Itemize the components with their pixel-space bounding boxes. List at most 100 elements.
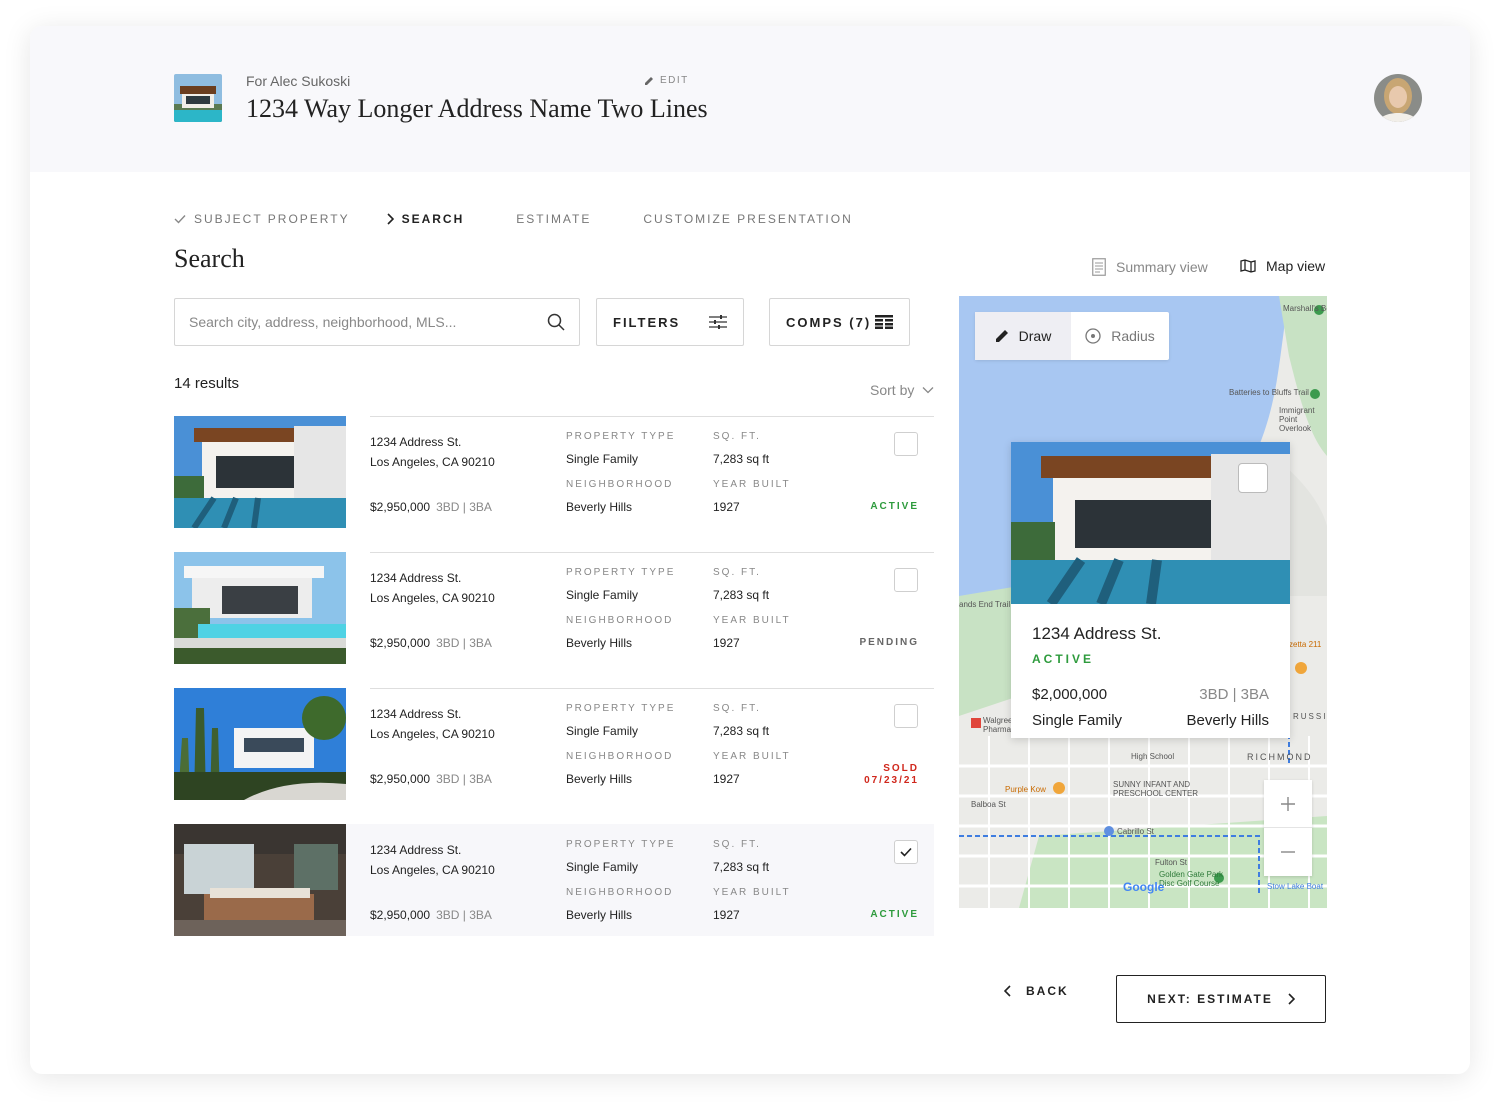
comps-label: COMPS (7) [786, 314, 872, 330]
neighborhood-label: NEIGHBORHOOD [566, 479, 674, 490]
next-label: NEXT: ESTIMATE [1147, 992, 1273, 1006]
map-view-label: Map view [1266, 258, 1326, 274]
divider [370, 552, 934, 553]
listing-address: 1234 Address St. Los Angeles, CA 90210 [370, 840, 495, 880]
step-label: ESTIMATE [516, 212, 592, 226]
year-built-label: YEAR BUILT [713, 751, 791, 762]
step-estimate[interactable]: ESTIMATE [516, 212, 591, 226]
chevron-left-icon [1004, 985, 1011, 997]
list-item[interactable]: 1234 Address St. Los Angeles, CA 90210 $… [174, 416, 934, 528]
zoom-in-button[interactable] [1264, 780, 1312, 828]
listing-photo[interactable] [174, 824, 346, 936]
sq-ft-label: SQ. FT. [713, 567, 761, 578]
comp-checkbox[interactable] [894, 568, 918, 592]
property-type: Single Family [566, 860, 639, 874]
price: $2,950,000 [370, 772, 431, 786]
city: Los Angeles, CA 90210 [370, 727, 495, 741]
sq-ft: 7,283 sq ft [713, 860, 770, 874]
status-text: ACTIVE [870, 501, 919, 512]
map-listing-popup[interactable]: 1234 Address St. ACTIVE $2,000,000 3BD |… [1011, 442, 1290, 738]
neighborhood-label: NEIGHBORHOOD [566, 887, 674, 898]
popup-checkbox[interactable] [1238, 463, 1268, 493]
back-button[interactable]: BACK [1004, 984, 1069, 998]
summary-view-toggle[interactable]: Summary view [1092, 258, 1208, 276]
section-title: Search [174, 244, 245, 273]
listing-photo[interactable] [174, 416, 346, 528]
pencil-icon [645, 76, 653, 85]
sq-ft: 7,283 sq ft [713, 588, 770, 602]
street: 1234 Address St. [370, 843, 462, 857]
property-type-label: PROPERTY TYPE [566, 839, 676, 850]
beds-baths: 3BD | 3BA [436, 636, 492, 650]
results-count: 14 results [174, 375, 240, 392]
step-search[interactable]: SEARCH [386, 212, 465, 226]
next-estimate-button[interactable]: NEXT: ESTIMATE [1116, 975, 1326, 1023]
property-address-title: 1234 Way Longer Address Name Two Lines [246, 94, 708, 123]
listing-address: 1234 Address St. Los Angeles, CA 90210 [370, 704, 495, 744]
popup-price: $2,000,000 [1032, 686, 1108, 703]
street: 1234 Address St. [370, 435, 462, 449]
map-label: Stow Lake Boat [1267, 882, 1324, 891]
street: 1234 Address St. [370, 707, 462, 721]
sort-label: Sort by [870, 382, 915, 398]
filters-button[interactable]: FILTERS [596, 298, 744, 346]
search-icon [547, 313, 565, 331]
search-box[interactable] [174, 298, 580, 346]
year-built: 1927 [713, 500, 740, 514]
summary-view-label: Summary view [1116, 259, 1208, 275]
map-label: High School [1131, 752, 1175, 761]
zoom-out-button[interactable] [1264, 828, 1312, 876]
sort-dropdown[interactable]: Sort by [870, 382, 934, 398]
popup-neighborhood: Beverly Hills [1186, 712, 1269, 729]
progress-steps: SUBJECT PROPERTY SEARCH ESTIMATE CUSTOMI… [174, 212, 889, 226]
user-avatar[interactable] [1374, 74, 1422, 122]
list-item[interactable]: 1234 Address St. Los Angeles, CA 90210 $… [174, 688, 934, 800]
listing-price: $2,950,000 3BD | 3BA [370, 772, 492, 786]
map-icon [1240, 259, 1256, 273]
list-grid-icon [875, 315, 893, 329]
map-panel[interactable]: Marshall's Beach Batteries to Bluffs Tra… [959, 296, 1327, 908]
status-badge: PENDING [859, 637, 919, 649]
price: $2,950,000 [370, 908, 431, 922]
beds-baths: 3BD | 3BA [436, 772, 492, 786]
neighborhood: Beverly Hills [566, 500, 633, 514]
map-label: Purple Kow [1005, 785, 1046, 794]
zoom-controls [1264, 780, 1312, 876]
search-input[interactable] [189, 314, 547, 330]
list-item[interactable]: 1234 Address St. Los Angeles, CA 90210 $… [174, 824, 934, 936]
neighborhood: Beverly Hills [566, 772, 633, 786]
comp-checkbox[interactable] [894, 432, 918, 456]
radius-icon [1085, 328, 1101, 344]
price: $2,950,000 [370, 500, 431, 514]
property-type: Single Family [566, 452, 639, 466]
page-header: For Alec Sukoski EDIT 1234 Way Longer Ad… [30, 26, 1470, 172]
step-label: CUSTOMIZE PRESENTATION [643, 212, 853, 226]
map-label: RICHMOND [1247, 752, 1313, 762]
map-view-toggle[interactable]: Map view [1240, 258, 1325, 274]
year-built: 1927 [713, 772, 740, 786]
draw-button[interactable]: Draw [975, 312, 1071, 360]
comps-button[interactable]: COMPS (7) [769, 298, 910, 346]
radius-button[interactable]: Radius [1071, 312, 1169, 360]
property-type: Single Family [566, 588, 639, 602]
sq-ft: 7,283 sq ft [713, 724, 770, 738]
listing-address: 1234 Address St. Los Angeles, CA 90210 [370, 568, 495, 608]
listing-photo[interactable] [174, 688, 346, 800]
step-subject-property[interactable]: SUBJECT PROPERTY [174, 212, 350, 226]
neighborhood-label: NEIGHBORHOOD [566, 615, 674, 626]
draw-radius-toggle: Draw Radius [975, 312, 1169, 360]
year-built-label: YEAR BUILT [713, 615, 791, 626]
list-item[interactable]: 1234 Address St. Los Angeles, CA 90210 $… [174, 552, 934, 664]
property-type-label: PROPERTY TYPE [566, 567, 676, 578]
subject-property-thumbnail [174, 74, 222, 122]
map-label: Batteries to Bluffs Trail [1229, 388, 1309, 397]
price: $2,950,000 [370, 636, 431, 650]
edit-link[interactable]: EDIT [644, 75, 689, 86]
comp-checkbox[interactable] [894, 840, 918, 864]
chevron-right-icon [1288, 993, 1295, 1005]
listing-photo[interactable] [174, 552, 346, 664]
step-label: SUBJECT PROPERTY [194, 212, 350, 226]
step-customize-presentation[interactable]: CUSTOMIZE PRESENTATION [643, 212, 852, 226]
map-label: SUNNY INFANT AND PRESCHOOL CENTER [1113, 780, 1199, 798]
comp-checkbox[interactable] [894, 704, 918, 728]
